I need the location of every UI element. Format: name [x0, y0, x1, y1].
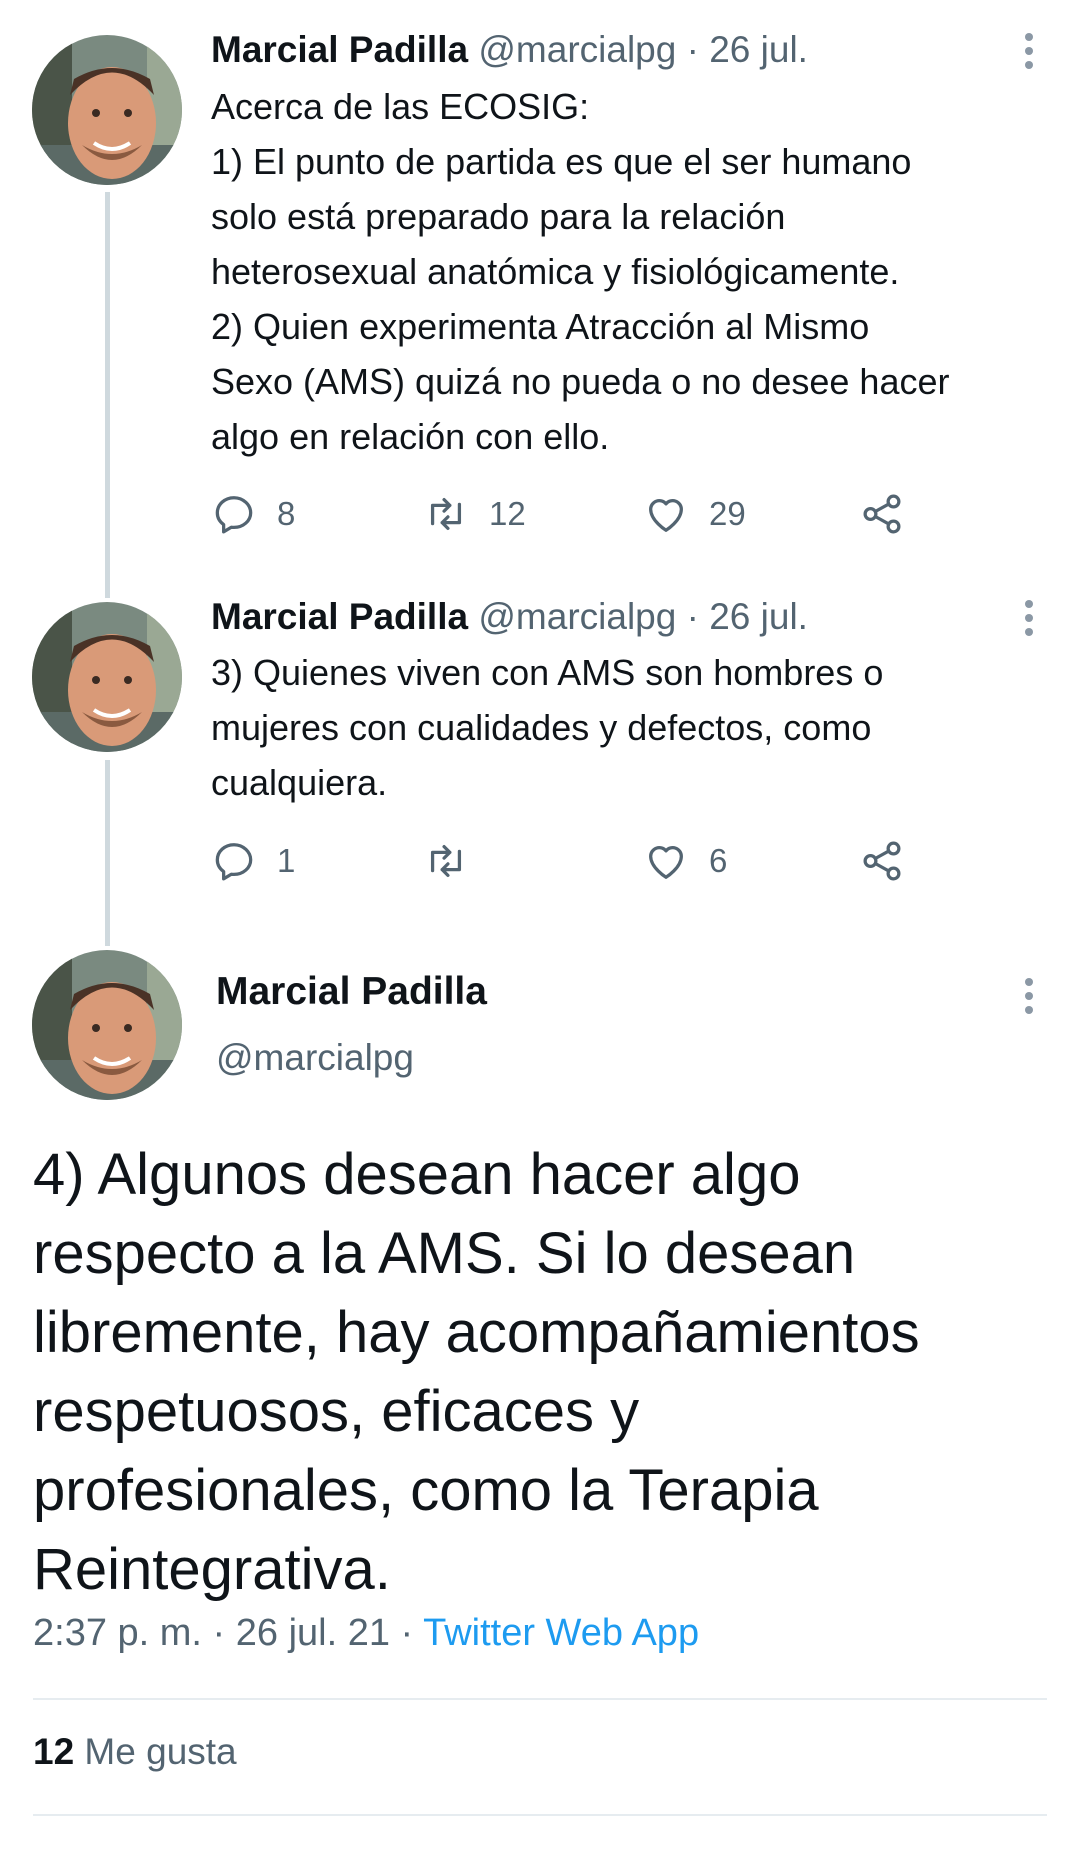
- share-button[interactable]: [859, 836, 905, 886]
- meta-separator: ·: [390, 1612, 424, 1654]
- tweet-thread-page: Marcial Padilla @marcialpg · 26 jul. Ace…: [0, 0, 1080, 1867]
- like-button[interactable]: 29: [643, 489, 746, 539]
- share-icon: [863, 841, 901, 881]
- tweet-time[interactable]: 2:37 p. m.: [33, 1612, 202, 1654]
- tweet-header: Marcial Padilla @marcialpg · 26 jul.: [211, 28, 1020, 72]
- reply-icon: [215, 496, 253, 534]
- tweet-line: cualquiera.: [211, 762, 388, 803]
- reply-count: 8: [277, 495, 296, 532]
- author-handle[interactable]: @marcialpg: [478, 29, 676, 70]
- avatar[interactable]: [32, 35, 182, 185]
- like-count: 29: [709, 495, 746, 532]
- avatar[interactable]: [32, 602, 182, 752]
- avatar[interactable]: [32, 950, 182, 1100]
- meta-separator: ·: [201, 1612, 236, 1654]
- tweet-header: Marcial Padilla @marcialpg · 26 jul.: [211, 595, 1020, 639]
- share-button[interactable]: [859, 489, 905, 539]
- header-separator: ·: [676, 29, 710, 70]
- divider: [33, 1698, 1047, 1700]
- like-button[interactable]: 6: [643, 836, 727, 886]
- avatar-photo: [32, 35, 182, 185]
- like-icon: [649, 846, 683, 879]
- tweet-line: algo en relación con ello.: [211, 416, 610, 457]
- tweet-line: 4) Algunos desean hacer algo: [33, 1142, 801, 1207]
- tweet-date[interactable]: 26 jul.: [709, 596, 808, 637]
- tweet-line: 2) Quien experimenta Atracción al Mismo: [211, 306, 870, 347]
- more-icon[interactable]: [1022, 599, 1036, 637]
- like-icon: [649, 499, 683, 532]
- tweet-line: profesionales, como la Terapia: [33, 1458, 819, 1523]
- share-icon: [863, 494, 901, 534]
- avatar-photo: [32, 602, 182, 752]
- retweet-button[interactable]: 12: [423, 489, 526, 539]
- avatar-photo: [32, 950, 182, 1100]
- more-icon[interactable]: [1022, 32, 1036, 70]
- author-name[interactable]: Marcial Padilla: [211, 596, 468, 637]
- tweet-text: Acerca de las ECOSIG: 1) El punto de par…: [211, 79, 1040, 464]
- tweet-line: respetuosos, eficaces y: [33, 1379, 640, 1444]
- tweet-date[interactable]: 26 jul.: [709, 29, 808, 70]
- tweet-line: mujeres con cualidades y defectos, como: [211, 707, 872, 748]
- author-handle[interactable]: @marcialpg: [478, 596, 676, 637]
- author-handle[interactable]: @marcialpg: [216, 1037, 414, 1079]
- reply-count: 1: [277, 842, 296, 879]
- retweet-count: 12: [489, 495, 526, 532]
- tweet-meta: 2:37 p. m. · 26 jul. 21 · Twitter Web Ap…: [33, 1612, 699, 1655]
- tweet-line: respecto a la AMS. Si lo desean: [33, 1221, 856, 1286]
- tweet-line: 1) El punto de partida es que el ser hum…: [211, 141, 912, 182]
- retweet-button[interactable]: [423, 836, 489, 886]
- likes-label: Me gusta: [74, 1731, 237, 1772]
- tweet-actions: 1 6: [211, 836, 921, 886]
- tweet-line: solo está preparado para la relación: [211, 196, 786, 237]
- tweet-line: Sexo (AMS) quizá no pueda o no desee hac…: [211, 361, 950, 402]
- likes-summary[interactable]: 12 Me gusta: [33, 1731, 237, 1773]
- tweet-full-date[interactable]: 26 jul. 21: [236, 1612, 390, 1654]
- retweet-icon: [430, 844, 462, 878]
- tweet-source-link[interactable]: Twitter Web App: [423, 1612, 699, 1654]
- tweet-text: 3) Quienes viven con AMS son hombres o m…: [211, 645, 1040, 810]
- author-name[interactable]: Marcial Padilla: [216, 970, 487, 1014]
- reply-icon: [215, 843, 253, 881]
- author-name[interactable]: Marcial Padilla: [211, 29, 468, 70]
- tweet-actions: 8 12 29: [211, 489, 921, 539]
- tweet-line: Acerca de las ECOSIG:: [211, 86, 590, 127]
- like-count: 6: [709, 842, 728, 879]
- reply-button[interactable]: 8: [211, 489, 295, 539]
- retweet-icon: [430, 497, 462, 531]
- tweet-line: heterosexual anatómica y fisiológicament…: [211, 251, 900, 292]
- likes-count: 12: [33, 1731, 75, 1772]
- main-tweet-text: 4) Algunos desean hacer algo respecto a …: [33, 1135, 1050, 1609]
- more-icon[interactable]: [1022, 977, 1036, 1015]
- tweet-line: libremente, hay acompañamientos: [33, 1300, 920, 1365]
- header-separator: ·: [676, 596, 710, 637]
- tweet-line: Reintegrativa.: [33, 1537, 391, 1602]
- thread-line: [105, 192, 110, 598]
- thread-line: [105, 760, 110, 946]
- divider: [33, 1814, 1047, 1816]
- tweet-line: 3) Quienes viven con AMS son hombres o: [211, 652, 884, 693]
- reply-button[interactable]: 1: [211, 836, 295, 886]
